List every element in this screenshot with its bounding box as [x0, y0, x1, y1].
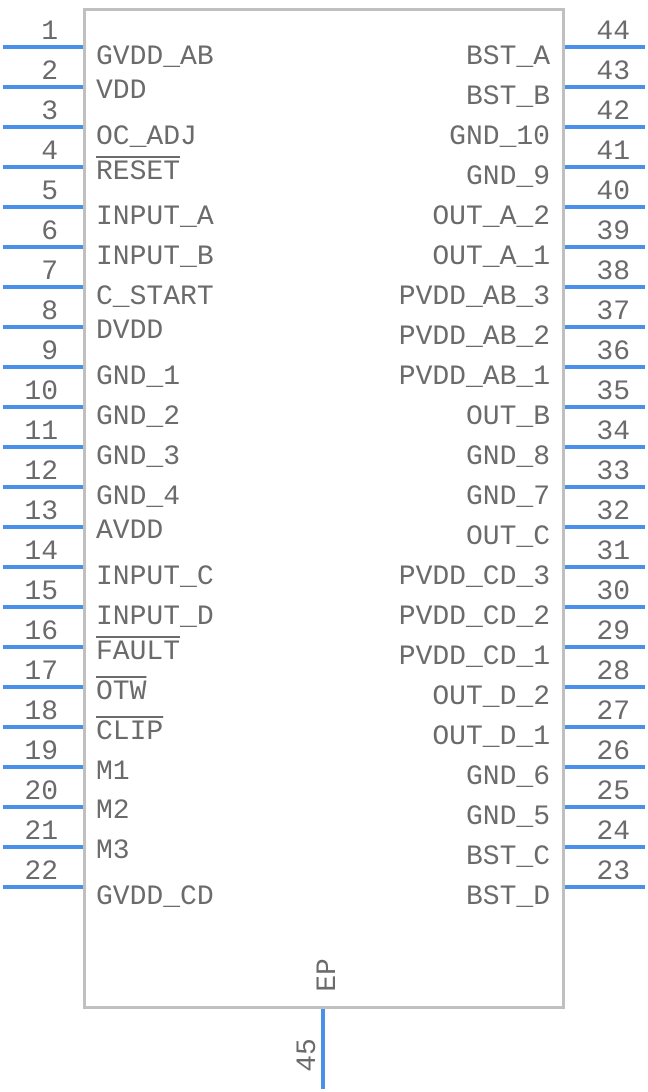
- pin-number-36: 36: [596, 337, 630, 368]
- pin-number-6: 6: [41, 217, 58, 248]
- pin-label-out-a-1: OUT_A_1: [432, 242, 550, 273]
- pin-45[interactable]: 45 EP: [293, 958, 344, 1089]
- pin-number-31: 31: [596, 537, 630, 568]
- pin-number-1: 1: [41, 17, 58, 48]
- pin-label-pvdd-ab-2: PVDD_AB_2: [399, 322, 550, 353]
- right-pin-group: 44 BST_A 43 BST_B 42 GND_10 41 GND_9 40 OUT_A_2 39…: [399, 17, 645, 913]
- pin-number-45: 45: [293, 1038, 324, 1072]
- pin-label-input-a: INPUT_A: [96, 202, 214, 233]
- pin-number-10: 10: [24, 377, 58, 408]
- pin-number-12: 12: [24, 457, 58, 488]
- pin-label-input-c: INPUT_C: [96, 562, 214, 593]
- pin-number-11: 11: [24, 417, 58, 448]
- pin-label-pvdd-ab-3: PVDD_AB_3: [399, 282, 550, 313]
- pin-label-gnd-2: GND_2: [96, 402, 180, 433]
- pin-label-out-c: OUT_C: [466, 522, 550, 553]
- pin-label-vdd: VDD: [96, 76, 146, 107]
- pin-label-input-d: INPUT_D: [96, 602, 214, 633]
- pin-label-clip: CLIP: [96, 717, 163, 748]
- pin-label-out-b: OUT_B: [466, 402, 550, 433]
- pin-number-41: 41: [596, 137, 630, 168]
- pin-label-gnd-6: GND_6: [466, 762, 550, 793]
- pin-label-gnd-9: GND_9: [466, 162, 550, 193]
- pin-number-22: 22: [24, 857, 58, 888]
- pin-number-28: 28: [596, 657, 630, 688]
- pin-number-26: 26: [596, 737, 630, 768]
- pin-number-38: 38: [596, 257, 630, 288]
- pin-label-otw: OTW: [96, 677, 147, 708]
- pin-label-bst-a: BST_A: [466, 42, 550, 73]
- pin-label-gnd-4: GND_4: [96, 482, 180, 513]
- pin-number-18: 18: [24, 697, 58, 728]
- pin-label-gnd-7: GND_7: [466, 482, 550, 513]
- pin-label-fault: FAULT: [96, 637, 180, 668]
- pin-number-33: 33: [596, 457, 630, 488]
- pin-1[interactable]: 1 GVDD_AB: [3, 17, 214, 73]
- pin-label-pvdd-cd-2: PVDD_CD_2: [399, 602, 550, 633]
- pin-label-gnd-10: GND_10: [449, 122, 550, 153]
- pin-number-24: 24: [596, 817, 630, 848]
- pin-number-25: 25: [596, 777, 630, 808]
- pin-label-gnd-5: GND_5: [466, 802, 550, 833]
- pin-number-7: 7: [41, 257, 58, 288]
- pin-label-ep: EP: [313, 958, 344, 992]
- pin-label-out-d-1: OUT_D_1: [432, 722, 550, 753]
- pin-label-out-d-2: OUT_D_2: [432, 682, 550, 713]
- pin-number-16: 16: [24, 617, 58, 648]
- pin-label-gnd-3: GND_3: [96, 442, 180, 473]
- pin-number-8: 8: [41, 297, 58, 328]
- pin-number-43: 43: [596, 57, 630, 88]
- pin-number-34: 34: [596, 417, 630, 448]
- pin-label-out-a-2: OUT_A_2: [432, 202, 550, 233]
- pin-number-2: 2: [41, 57, 58, 88]
- pin-label-pvdd-cd-1: PVDD_CD_1: [399, 642, 550, 673]
- pin-number-21: 21: [24, 817, 58, 848]
- pin-number-23: 23: [596, 857, 630, 888]
- pin-number-35: 35: [596, 377, 630, 408]
- pin-number-13: 13: [24, 497, 58, 528]
- pin-number-30: 30: [596, 577, 630, 608]
- pin-label-gnd-8: GND_8: [466, 442, 550, 473]
- pin-label-pvdd-ab-1: PVDD_AB_1: [399, 362, 550, 393]
- pin-number-17: 17: [24, 657, 58, 688]
- bottom-pin-group: 45 EP: [293, 958, 344, 1089]
- pin-number-5: 5: [41, 177, 58, 208]
- pin-number-39: 39: [596, 217, 630, 248]
- pin-number-4: 4: [41, 137, 58, 168]
- pin-number-9: 9: [41, 337, 58, 368]
- pin-label-bst-c: BST_C: [466, 842, 550, 873]
- pin-number-27: 27: [596, 697, 630, 728]
- pin-number-40: 40: [596, 177, 630, 208]
- pin-number-19: 19: [24, 737, 58, 768]
- pin-label-m3: M3: [96, 836, 130, 867]
- pin-number-32: 32: [596, 497, 630, 528]
- pin-label-pvdd-cd-3: PVDD_CD_3: [399, 562, 550, 593]
- pin-number-20: 20: [24, 777, 58, 808]
- pin-label-gvdd-cd: GVDD_CD: [96, 882, 214, 913]
- pin-label-m1: M1: [96, 757, 130, 788]
- pin-number-15: 15: [24, 577, 58, 608]
- pin-label-bst-d: BST_D: [466, 882, 550, 913]
- pin-number-44: 44: [596, 17, 630, 48]
- pin-label-gnd-1: GND_1: [96, 362, 180, 393]
- pin-label-m2: M2: [96, 796, 130, 827]
- pin-number-3: 3: [41, 97, 58, 128]
- pin-number-37: 37: [596, 297, 630, 328]
- pin-label-input-b: INPUT_B: [96, 242, 214, 273]
- pin-number-42: 42: [596, 97, 630, 128]
- pin-label-gvdd-ab: GVDD_AB: [96, 42, 214, 73]
- pin-label-c-start: C_START: [96, 282, 214, 313]
- left-pin-group: 1 GVDD_AB 2 VDD 3 OC_ADJ 4 RESET 5 INPUT_A 6 INPUT_…: [3, 17, 214, 913]
- ic-schematic-symbol: 1 GVDD_AB 2 VDD 3 OC_ADJ 4 RESET 5 INPUT_A 6 INPUT_…: [3, 8, 645, 1089]
- pin-number-29: 29: [596, 617, 630, 648]
- pin-label-reset: RESET: [96, 157, 180, 188]
- pin-label-bst-b: BST_B: [466, 82, 550, 113]
- pin-number-14: 14: [24, 537, 58, 568]
- pin-label-oc-adj: OC_ADJ: [96, 122, 197, 153]
- pin-label-avdd: AVDD: [96, 516, 163, 547]
- pin-label-dvdd: DVDD: [96, 316, 163, 347]
